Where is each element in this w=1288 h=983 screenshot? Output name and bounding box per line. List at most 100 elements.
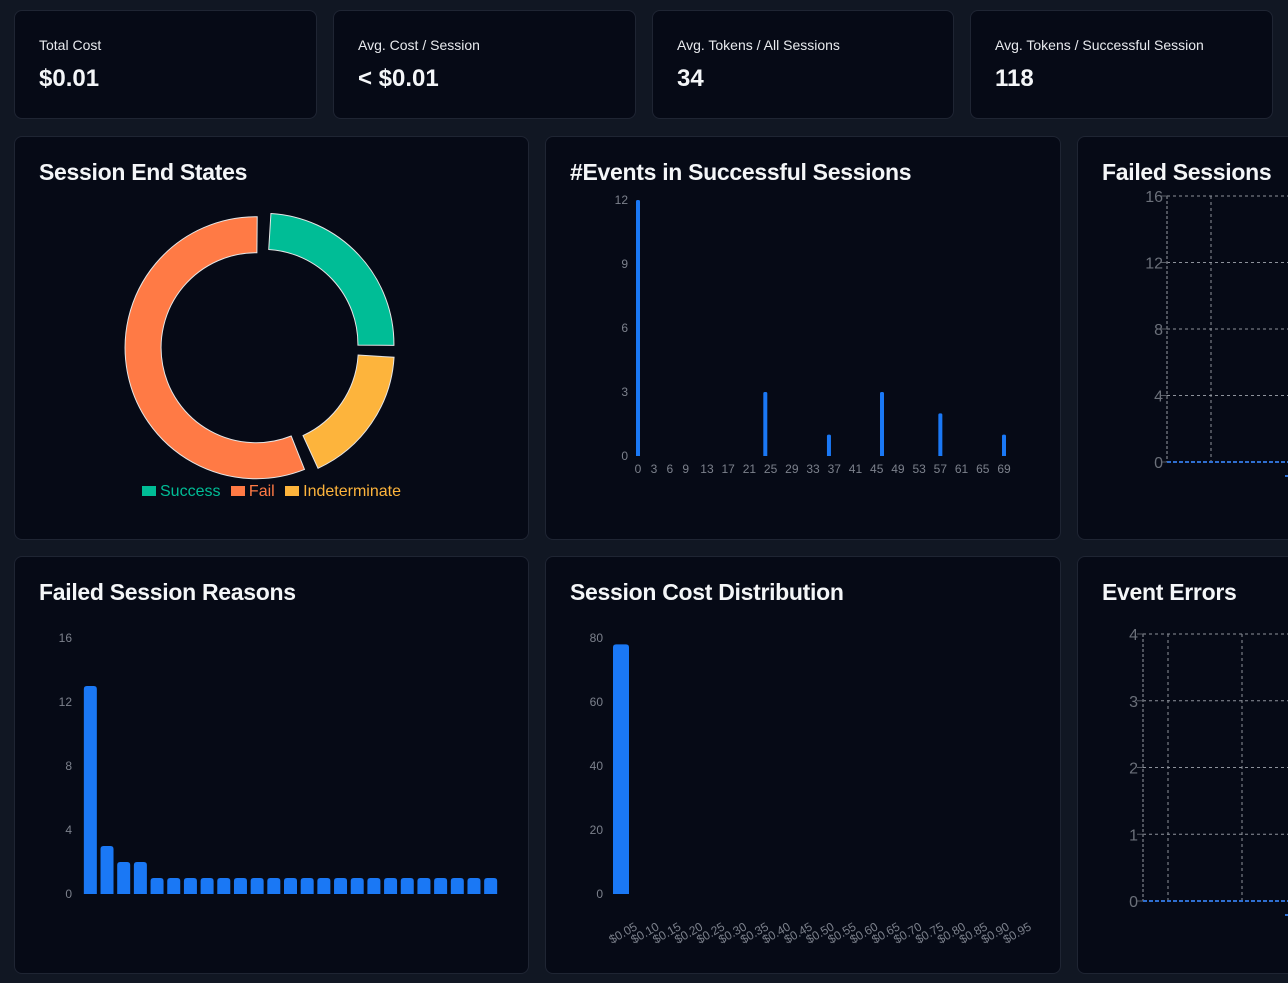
legend-swatch-success xyxy=(142,485,156,496)
stat-card-avg-tokens-success: Avg. Tokens / Successful Session 118 xyxy=(970,10,1273,119)
legend-item-indeterminate[interactable]: Indeterminate xyxy=(285,483,401,501)
bar xyxy=(400,878,414,894)
stat-value: < $0.01 xyxy=(358,65,439,92)
bar xyxy=(367,878,381,894)
legend-item-success[interactable]: Success xyxy=(142,483,220,501)
x-tick-label: 6 xyxy=(666,462,673,476)
y-tick-label: 4 xyxy=(1154,389,1163,406)
x-tick-label: 41 xyxy=(849,462,863,476)
bar xyxy=(250,878,264,894)
stat-card-avg-cost: Avg. Cost / Session < $0.01 xyxy=(333,10,636,119)
x-tick-label: 69 xyxy=(997,462,1011,476)
bar xyxy=(467,878,481,894)
x-tick-label: 37 xyxy=(828,462,842,476)
bar xyxy=(350,878,364,894)
donut-slice-success xyxy=(268,212,395,346)
chart-card-failed-reasons: Failed Session Reasons 0 4 8 12 16 xyxy=(14,556,529,974)
stat-value: 34 xyxy=(677,65,704,92)
x-tick-label: 9 xyxy=(682,462,689,476)
bar xyxy=(183,878,197,894)
y-tick-label: 3 xyxy=(621,385,628,399)
chart-legend: Success Fail Indeterminate xyxy=(15,483,528,501)
bar xyxy=(284,878,297,894)
legend-swatch-indeterminate xyxy=(285,485,300,496)
stat-label: Total Cost xyxy=(39,37,102,53)
donut-slice-indeterminate xyxy=(302,354,395,469)
y-tick-label: 12 xyxy=(1145,256,1163,273)
bar xyxy=(613,644,629,894)
bar xyxy=(217,878,231,894)
stat-label: Avg. Tokens / Successful Session xyxy=(995,37,1204,53)
bar xyxy=(167,878,181,894)
cost-distribution-bar-chart: 020406080$0.05$0.10$0.15$0.20$0.25$0.30$… xyxy=(590,631,1034,947)
y-tick-label: 8 xyxy=(65,759,72,773)
stat-card-avg-tokens-all: Avg. Tokens / All Sessions 34 xyxy=(652,10,954,119)
y-tick-label: 9 xyxy=(621,257,628,271)
bar xyxy=(484,878,498,894)
x-tick-label: 17 xyxy=(721,462,735,476)
bar xyxy=(317,878,331,894)
y-tick-label: 60 xyxy=(590,695,604,709)
bar xyxy=(300,878,314,894)
x-tick-label: 49 xyxy=(891,462,905,476)
chart-card-event-errors: Event Errors 01234 xyxy=(1077,556,1288,974)
chart-card-cost-distribution: Session Cost Distribution 0 20 40 60 80 $0.05… xyxy=(545,556,1061,974)
stat-value: 118 xyxy=(995,65,1034,92)
stat-card-total-cost: Total Cost $0.01 xyxy=(14,10,317,119)
stat-label: Avg. Cost / Session xyxy=(358,37,480,53)
x-tick-label: 65 xyxy=(976,462,990,476)
event-errors-line-chart: 0 1 2 3 4 xyxy=(1129,627,1288,916)
x-tick-label: 33 xyxy=(806,462,820,476)
bar xyxy=(83,686,97,894)
y-tick-label: 3 xyxy=(1129,694,1138,711)
bar xyxy=(233,878,247,894)
legend-label: Success xyxy=(160,483,221,500)
bar xyxy=(334,878,348,894)
bar xyxy=(200,878,214,894)
x-tick-label: 13 xyxy=(700,462,714,476)
y-tick-label: 8 xyxy=(1154,322,1163,339)
y-tick-label: 80 xyxy=(590,631,604,645)
x-tick-label: 57 xyxy=(934,462,948,476)
legend-label: Indeterminate xyxy=(303,483,401,500)
bar xyxy=(1002,434,1006,456)
bar xyxy=(150,878,164,894)
bar xyxy=(267,878,281,894)
x-tick-label: 25 xyxy=(764,462,778,476)
bar xyxy=(384,878,398,894)
legend-item-fail[interactable]: Fail xyxy=(230,483,275,501)
bar xyxy=(100,846,114,894)
y-tick-label: 0 xyxy=(621,449,628,463)
legend-swatch-fail xyxy=(230,485,245,496)
bar xyxy=(880,392,884,456)
y-tick-label: 0 xyxy=(1154,455,1163,472)
x-tick-label: 21 xyxy=(743,462,757,476)
bar xyxy=(133,862,147,894)
y-tick-label: 0 xyxy=(596,887,603,901)
y-tick-label: 4 xyxy=(65,823,72,837)
donut-chart xyxy=(124,212,395,480)
y-tick-label: 16 xyxy=(59,631,73,645)
y-tick-label: 0 xyxy=(1129,894,1138,911)
bar xyxy=(450,878,464,894)
y-tick-label: 4 xyxy=(1129,627,1138,644)
y-tick-label: 40 xyxy=(590,759,604,773)
y-tick-label: 2 xyxy=(1129,761,1138,778)
y-tick-label: 20 xyxy=(590,823,604,837)
stat-label: Avg. Tokens / All Sessions xyxy=(677,37,840,53)
x-tick-label: 0 xyxy=(635,462,642,476)
failed-reasons-bar-chart: 0 4 8 12 16 xyxy=(59,631,498,901)
failed-sessions-line-chart: 0 4 8 12 16 xyxy=(1145,189,1288,477)
bar xyxy=(938,413,943,456)
bar xyxy=(417,878,431,894)
y-tick-label: 16 xyxy=(1145,189,1163,206)
y-tick-label: 12 xyxy=(615,193,629,207)
bar xyxy=(434,878,448,894)
bar xyxy=(826,434,831,456)
bar xyxy=(636,200,640,456)
y-tick-label: 0 xyxy=(65,887,72,901)
y-tick-label: 1 xyxy=(1129,827,1138,844)
donut-slice-fail xyxy=(124,216,306,480)
legend-label: Fail xyxy=(248,483,275,500)
x-tick-label: 3 xyxy=(651,462,658,476)
